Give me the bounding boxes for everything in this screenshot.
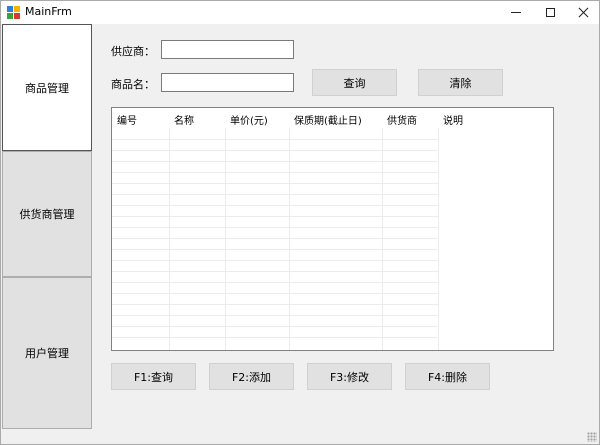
resize-grip-icon[interactable] bbox=[587, 432, 597, 442]
close-icon bbox=[578, 7, 589, 18]
grid-row-line bbox=[112, 337, 439, 338]
nav-label: 供货商管理 bbox=[19, 208, 75, 221]
nav-label: 用户管理 bbox=[25, 347, 69, 360]
grid-row-line bbox=[112, 326, 439, 327]
product-grid[interactable]: 编号 名称 单价(元) 保质期(截止日) 供货商 说明 bbox=[111, 107, 554, 351]
status-strip bbox=[1, 429, 599, 444]
grid-row-line bbox=[112, 304, 439, 305]
supplier-label: 供应商： bbox=[111, 45, 155, 58]
nav-supplier-management[interactable]: 供货商管理 bbox=[2, 151, 92, 277]
window-title: MainFrm bbox=[25, 5, 72, 18]
grid-row-line bbox=[112, 249, 439, 250]
title-bar[interactable]: MainFrm bbox=[1, 1, 599, 24]
column-header[interactable]: 供货商 bbox=[387, 112, 417, 127]
supplier-input[interactable] bbox=[161, 40, 294, 59]
grid-row-line bbox=[112, 227, 439, 228]
column-header[interactable]: 名称 bbox=[174, 112, 194, 127]
close-button[interactable] bbox=[566, 1, 600, 24]
column-header[interactable]: 编号 bbox=[117, 112, 137, 127]
grid-row-line bbox=[112, 172, 439, 173]
column-header[interactable]: 保质期(截止日) bbox=[294, 112, 362, 127]
grid-row-line bbox=[112, 161, 439, 162]
maximize-button[interactable] bbox=[533, 1, 567, 24]
nav-product-management[interactable]: 商品管理 bbox=[2, 24, 92, 151]
f1-query-button[interactable]: F1:查询 bbox=[111, 363, 196, 390]
grid-row-line bbox=[112, 139, 439, 140]
grid-row-line bbox=[112, 282, 439, 283]
grid-row-line bbox=[112, 205, 439, 206]
grid-row-line bbox=[112, 260, 439, 261]
grid-row-line bbox=[112, 238, 439, 239]
query-button[interactable]: 查询 bbox=[312, 69, 397, 96]
maximize-icon bbox=[545, 8, 555, 17]
product-name-label: 商品名： bbox=[111, 78, 155, 91]
minimize-icon bbox=[511, 12, 521, 13]
f3-edit-button[interactable]: F3:修改 bbox=[307, 363, 392, 390]
grid-row-line bbox=[112, 293, 439, 294]
grid-row-line bbox=[112, 183, 439, 184]
grid-row-line bbox=[112, 194, 439, 195]
app-icon bbox=[7, 6, 20, 19]
grid-row-line bbox=[112, 315, 439, 316]
main-window: MainFrm 商品管理 供货商管理 用户管理 供应商： 商品名： 查询 清除 … bbox=[0, 0, 600, 445]
product-name-input[interactable] bbox=[161, 73, 294, 92]
minimize-button[interactable] bbox=[499, 1, 533, 24]
grid-header: 编号 名称 单价(元) 保质期(截止日) 供货商 说明 bbox=[112, 108, 553, 128]
column-header[interactable]: 单价(元) bbox=[230, 112, 268, 127]
grid-row-line bbox=[112, 216, 439, 217]
clear-button[interactable]: 清除 bbox=[418, 69, 503, 96]
column-header[interactable]: 说明 bbox=[443, 112, 463, 127]
f2-add-button[interactable]: F2:添加 bbox=[209, 363, 294, 390]
f4-delete-button[interactable]: F4:删除 bbox=[405, 363, 490, 390]
grid-row-line bbox=[112, 271, 439, 272]
grid-row-line bbox=[112, 150, 439, 151]
nav-user-management[interactable]: 用户管理 bbox=[2, 277, 92, 429]
nav-label: 商品管理 bbox=[25, 81, 69, 95]
